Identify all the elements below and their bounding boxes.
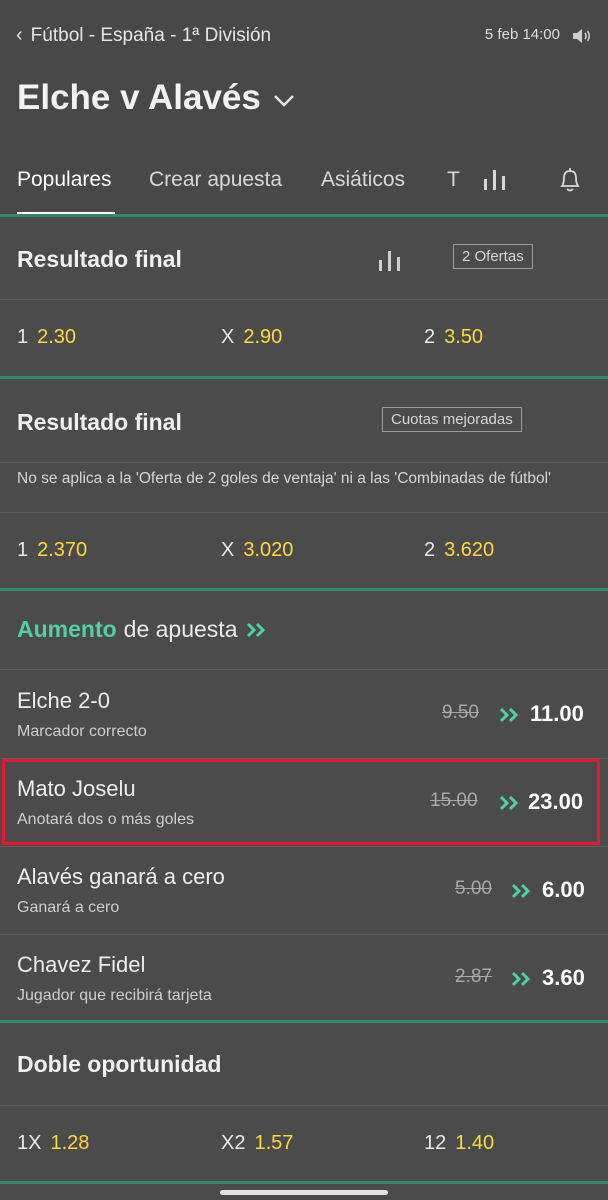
odds-value: 3.020 <box>243 539 294 561</box>
enhanced-odds-badge[interactable]: Cuotas mejoradas <box>382 407 522 432</box>
odds-button-12[interactable]: 12 1.40 <box>424 1132 494 1155</box>
offers-badge[interactable]: 2 Ofertas <box>453 244 533 269</box>
boost-item[interactable]: Chavez Fidel Jugador que recibirá tarjet… <box>0 934 608 1022</box>
odds-row: 1 2.30 X 2.90 2 3.50 <box>0 326 608 366</box>
double-chevron-icon <box>246 622 265 637</box>
boost-title-accent: Aumento <box>17 616 117 642</box>
odds-button-2[interactable]: 2 3.50 <box>424 326 483 349</box>
odds-value: 1.28 <box>50 1132 90 1154</box>
boosted-odds: 3.60 <box>542 965 585 990</box>
odds-button-1[interactable]: 1 2.370 <box>17 539 87 562</box>
market-title[interactable]: Doble oportunidad <box>17 1051 221 1078</box>
section-divider <box>0 376 608 379</box>
odds-row: 1 2.370 X 3.020 2 3.620 <box>0 539 608 579</box>
boost-selection-name: Elche 2-0 <box>17 688 110 713</box>
bell-icon[interactable] <box>557 166 583 194</box>
section-divider <box>0 1020 608 1023</box>
odds-value: 3.620 <box>444 539 495 561</box>
odds-value: 2.90 <box>243 326 283 348</box>
boost-selection-name: Alavés ganará a cero <box>17 864 225 889</box>
market-tabs: Populares Crear apuesta Asiáticos T <box>0 160 608 216</box>
match-title-label: Elche v Alavés <box>17 78 261 117</box>
boosted-odds: 6.00 <box>542 877 585 902</box>
breadcrumb[interactable]: ‹ Fútbol - España - 1ª División <box>16 24 271 47</box>
boost-item[interactable]: Elche 2-0 Marcador correcto 9.50 11.00 <box>0 670 608 758</box>
boost-market-name: Jugador que recibirá tarjeta <box>17 987 212 1004</box>
odds-value: 1.57 <box>254 1132 294 1154</box>
odds-button-x[interactable]: X 2.90 <box>221 326 282 349</box>
match-header: ‹ Fútbol - España - 1ª División 5 feb 14… <box>0 0 608 216</box>
odds-button-2[interactable]: 2 3.620 <box>424 539 494 562</box>
odds-button-1[interactable]: 1 2.30 <box>17 326 76 349</box>
stats-icon[interactable] <box>482 168 508 190</box>
odds-label: X <box>221 539 235 561</box>
tab-asiaticos[interactable]: Asiáticos <box>321 168 405 192</box>
boost-selection-name: Chavez Fidel <box>17 952 146 977</box>
boost-section-title[interactable]: Aumento de apuesta <box>17 616 268 643</box>
double-chevron-icon <box>511 971 531 987</box>
odds-button-x2[interactable]: X2 1.57 <box>221 1132 293 1155</box>
old-odds: 2.87 <box>455 966 492 987</box>
double-chevron-icon <box>511 883 531 899</box>
match-title[interactable]: Elche v Alavés <box>17 78 295 118</box>
divider <box>0 299 608 300</box>
odds-label: X <box>221 326 235 348</box>
odds-button-1x[interactable]: 1X 1.28 <box>17 1132 89 1155</box>
odds-label: 1 <box>17 326 29 348</box>
market-note: No se aplica a la 'Oferta de 2 goles de … <box>17 470 551 487</box>
odds-value: 2.30 <box>37 326 77 348</box>
odds-label: 1 <box>17 539 29 561</box>
match-datetime: 5 feb 14:00 <box>484 26 560 43</box>
breadcrumb-label: Fútbol - España - 1ª División <box>30 24 272 46</box>
tab-populares[interactable]: Populares <box>17 168 112 192</box>
home-indicator[interactable] <box>220 1190 388 1195</box>
section-divider <box>0 214 608 217</box>
section-divider <box>0 588 608 591</box>
divider <box>0 462 608 463</box>
market-title[interactable]: Resultado final <box>17 246 182 273</box>
section-divider <box>0 1181 608 1184</box>
old-odds: 9.50 <box>442 702 479 723</box>
stats-icon[interactable] <box>378 249 402 271</box>
speaker-icon[interactable] <box>570 25 594 47</box>
odds-label: 2 <box>424 539 436 561</box>
tab-truncated[interactable]: T <box>447 168 460 192</box>
odds-row: 1X 1.28 X2 1.57 12 1.40 <box>0 1132 608 1172</box>
odds-label: 2 <box>424 326 436 348</box>
odds-value: 2.370 <box>37 539 88 561</box>
back-chevron-icon[interactable]: ‹ <box>16 24 23 47</box>
boost-title-rest: de apuesta <box>123 616 238 642</box>
boost-item[interactable]: Alavés ganará a cero Ganará a cero 5.00 … <box>0 846 608 934</box>
odds-value: 3.50 <box>444 326 484 348</box>
divider <box>0 512 608 513</box>
double-chevron-icon <box>499 707 519 723</box>
boost-market-name: Marcador correcto <box>17 723 147 740</box>
market-title[interactable]: Resultado final <box>17 409 182 436</box>
tab-crear-apuesta[interactable]: Crear apuesta <box>149 168 282 192</box>
old-odds: 5.00 <box>455 878 492 899</box>
highlight-box <box>2 759 600 845</box>
odds-label: 1X <box>17 1132 42 1154</box>
divider <box>0 1105 608 1106</box>
odds-button-x[interactable]: X 3.020 <box>221 539 293 562</box>
odds-label: X2 <box>221 1132 246 1154</box>
odds-value: 1.40 <box>455 1132 495 1154</box>
boost-market-name: Ganará a cero <box>17 899 120 916</box>
boosted-odds: 11.00 <box>530 701 584 726</box>
chevron-down-icon[interactable] <box>273 94 295 108</box>
odds-label: 12 <box>424 1132 447 1154</box>
